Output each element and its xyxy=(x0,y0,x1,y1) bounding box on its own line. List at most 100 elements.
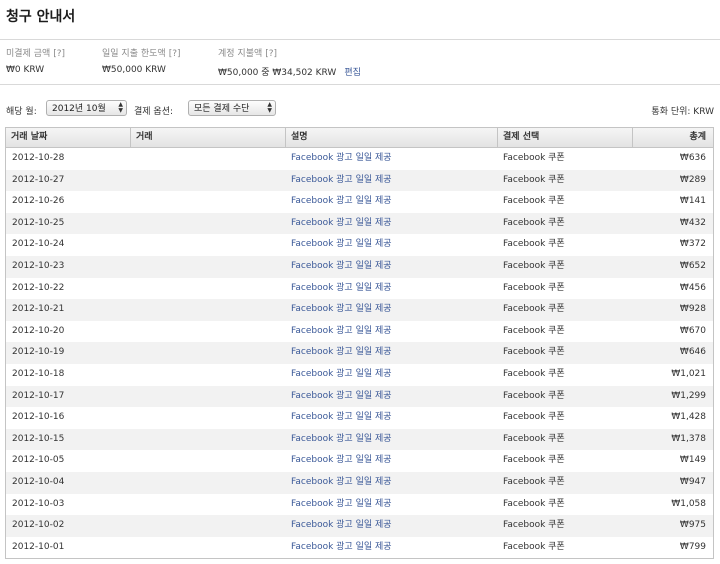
description-link[interactable]: Facebook 광고 일일 제공 xyxy=(291,450,392,472)
table-row: 2012-10-05 Facebook 광고 일일 제공 Facebook 쿠폰 ₩1… xyxy=(6,450,713,472)
transaction-date: 2012-10-27 xyxy=(12,174,65,185)
edit-link[interactable]: 편집 xyxy=(344,68,361,78)
total-amount: ₩432 xyxy=(679,217,706,228)
payment-option-label: 결제 옵션: xyxy=(134,107,174,117)
payment-method: Facebook 쿠폰 xyxy=(503,174,565,185)
payment-method: Facebook 쿠폰 xyxy=(503,433,565,444)
description-link[interactable]: Facebook 광고 일일 제공 xyxy=(291,407,392,429)
header-payment[interactable]: 결제 선택 xyxy=(498,128,633,147)
month-label: 해당 월: xyxy=(6,107,37,117)
total-amount: ₩149 xyxy=(679,455,706,466)
description-link[interactable]: Facebook 광고 일일 제공 xyxy=(291,537,392,559)
description-link[interactable]: Facebook 광고 일일 제공 xyxy=(291,234,392,256)
transaction-date: 2012-10-18 xyxy=(12,368,65,379)
header-date[interactable]: 거래 날짜 xyxy=(6,128,131,147)
transaction-date: 2012-10-03 xyxy=(12,498,65,509)
description-link[interactable]: Facebook 광고 일일 제공 xyxy=(291,342,392,364)
total-amount: ₩456 xyxy=(679,282,706,293)
month-select-value: 2012년 10월 xyxy=(52,104,106,114)
transaction-date: 2012-10-17 xyxy=(12,390,65,401)
select-arrows-icon: ▲ ▼ xyxy=(118,101,123,114)
payment-method: Facebook 쿠폰 xyxy=(503,325,565,336)
description-link[interactable]: Facebook 광고 일일 제공 xyxy=(291,386,392,408)
table-row: 2012-10-17 Facebook 광고 일일 제공 Facebook 쿠폰 ₩1… xyxy=(6,385,713,408)
total-amount: ₩1,058 xyxy=(671,498,706,509)
account-limit-help-link[interactable]: [?] xyxy=(265,49,277,59)
total-amount: ₩799 xyxy=(679,541,706,552)
payment-method: Facebook 쿠폰 xyxy=(503,541,565,552)
total-amount: ₩289 xyxy=(679,174,706,185)
description-link[interactable]: Facebook 광고 일일 제공 xyxy=(291,299,392,321)
billing-summary: 미결제 금액 [?] ₩0 KRW 일일 지출 한도액 [?] ₩50,000 KR… xyxy=(6,46,720,78)
unpaid-value: ₩0 KRW xyxy=(6,65,45,75)
description-link[interactable]: Facebook 광고 일일 제공 xyxy=(291,494,392,516)
description-link[interactable]: Facebook 광고 일일 제공 xyxy=(291,515,392,537)
total-amount: ₩646 xyxy=(679,347,706,358)
daily-limit-value: ₩50,000 KRW xyxy=(102,65,166,75)
total-amount: ₩636 xyxy=(679,153,706,163)
daily-limit-label: 일일 지출 한도액 xyxy=(102,49,166,59)
daily-limit-help-link[interactable]: [?] xyxy=(169,49,181,59)
description-link[interactable]: Facebook 광고 일일 제공 xyxy=(291,148,392,170)
table-row: 2012-10-16 Facebook 광고 일일 제공 Facebook 쿠폰 ₩1… xyxy=(6,407,713,429)
account-limit-summary: 계정 지불액 [?] ₩50,000 중 ₩34,502 KRW 편집 xyxy=(218,46,361,78)
transaction-date: 2012-10-22 xyxy=(12,282,65,293)
payment-method: Facebook 쿠폰 xyxy=(503,260,565,271)
transaction-date: 2012-10-23 xyxy=(12,260,65,271)
transaction-date: 2012-10-16 xyxy=(12,412,65,423)
payment-method: Facebook 쿠폰 xyxy=(503,217,565,228)
header-transaction[interactable]: 거래 xyxy=(131,128,286,147)
table-row: 2012-10-01 Facebook 광고 일일 제공 Facebook 쿠폰 ₩7… xyxy=(6,537,713,559)
total-amount: ₩652 xyxy=(679,260,706,271)
table-row: 2012-10-15 Facebook 광고 일일 제공 Facebook 쿠폰 ₩1… xyxy=(6,428,713,451)
description-link[interactable]: Facebook 광고 일일 제공 xyxy=(291,256,392,278)
transaction-date: 2012-10-19 xyxy=(12,347,65,358)
transaction-date: 2012-10-04 xyxy=(12,476,65,487)
payment-method: Facebook 쿠폰 xyxy=(503,368,565,379)
description-link[interactable]: Facebook 광고 일일 제공 xyxy=(291,191,392,213)
description-link[interactable]: Facebook 광고 일일 제공 xyxy=(291,364,392,386)
total-amount: ₩670 xyxy=(679,325,706,336)
unpaid-label: 미결제 금액 xyxy=(6,49,51,59)
description-link[interactable]: Facebook 광고 일일 제공 xyxy=(291,278,392,300)
transaction-date: 2012-10-15 xyxy=(12,433,65,444)
table-row: 2012-10-03 Facebook 광고 일일 제공 Facebook 쿠폰 ₩1… xyxy=(6,494,713,516)
header-total[interactable]: 총계 xyxy=(633,128,713,147)
filter-bar: 해당 월: 2012년 10월 ▲ ▼ 결제 옵션: 모든 결제 수단 ▲ ▼ 통화… xyxy=(6,100,716,120)
total-amount: ₩372 xyxy=(679,239,706,250)
header-description[interactable]: 설명 xyxy=(286,128,498,147)
divider xyxy=(0,84,720,85)
transaction-date: 2012-10-01 xyxy=(12,541,65,552)
total-amount: ₩947 xyxy=(679,476,706,487)
transaction-date: 2012-10-05 xyxy=(12,455,65,466)
description-link[interactable]: Facebook 광고 일일 제공 xyxy=(291,472,392,494)
transaction-date: 2012-10-28 xyxy=(12,153,65,163)
table-row: 2012-10-19 Facebook 광고 일일 제공 Facebook 쿠폰 ₩6… xyxy=(6,342,713,364)
total-amount: ₩1,021 xyxy=(671,368,706,379)
table-row: 2012-10-24 Facebook 광고 일일 제공 Facebook 쿠폰 ₩3… xyxy=(6,234,713,256)
description-link[interactable]: Facebook 광고 일일 제공 xyxy=(291,429,392,451)
payment-method: Facebook 쿠폰 xyxy=(503,347,565,358)
unpaid-help-link[interactable]: [?] xyxy=(53,49,65,59)
total-amount: ₩141 xyxy=(679,196,706,207)
month-select[interactable]: 2012년 10월 ▲ ▼ xyxy=(46,100,127,116)
table-row: 2012-10-23 Facebook 광고 일일 제공 Facebook 쿠폰 ₩6… xyxy=(6,255,713,278)
description-link[interactable]: Facebook 광고 일일 제공 xyxy=(291,321,392,343)
transaction-date: 2012-10-21 xyxy=(12,304,65,315)
page-title: 청구 안내서 xyxy=(6,9,76,25)
payment-method: Facebook 쿠폰 xyxy=(503,476,565,487)
account-limit-label: 계정 지불액 xyxy=(218,49,263,59)
payment-method: Facebook 쿠폰 xyxy=(503,304,565,315)
transactions-table: 거래 날짜 거래 설명 결제 선택 총계 2012-10-28 Facebook … xyxy=(5,127,714,560)
description-link[interactable]: Facebook 광고 일일 제공 xyxy=(291,170,392,192)
payment-method: Facebook 쿠폰 xyxy=(503,412,565,423)
payment-method: Facebook 쿠폰 xyxy=(503,520,565,531)
table-row: 2012-10-02 Facebook 광고 일일 제공 Facebook 쿠폰 ₩9… xyxy=(6,515,713,537)
description-link[interactable]: Facebook 광고 일일 제공 xyxy=(291,213,392,235)
daily-limit-summary: 일일 지출 한도액 [?] ₩50,000 KRW xyxy=(102,46,181,75)
total-amount: ₩928 xyxy=(679,304,706,315)
payment-option-select[interactable]: 모든 결제 수단 ▲ ▼ xyxy=(188,100,276,116)
table-row: 2012-10-26 Facebook 광고 일일 제공 Facebook 쿠폰 ₩1… xyxy=(6,191,713,213)
payment-method: Facebook 쿠폰 xyxy=(503,239,565,250)
payment-method: Facebook 쿠폰 xyxy=(503,390,565,401)
